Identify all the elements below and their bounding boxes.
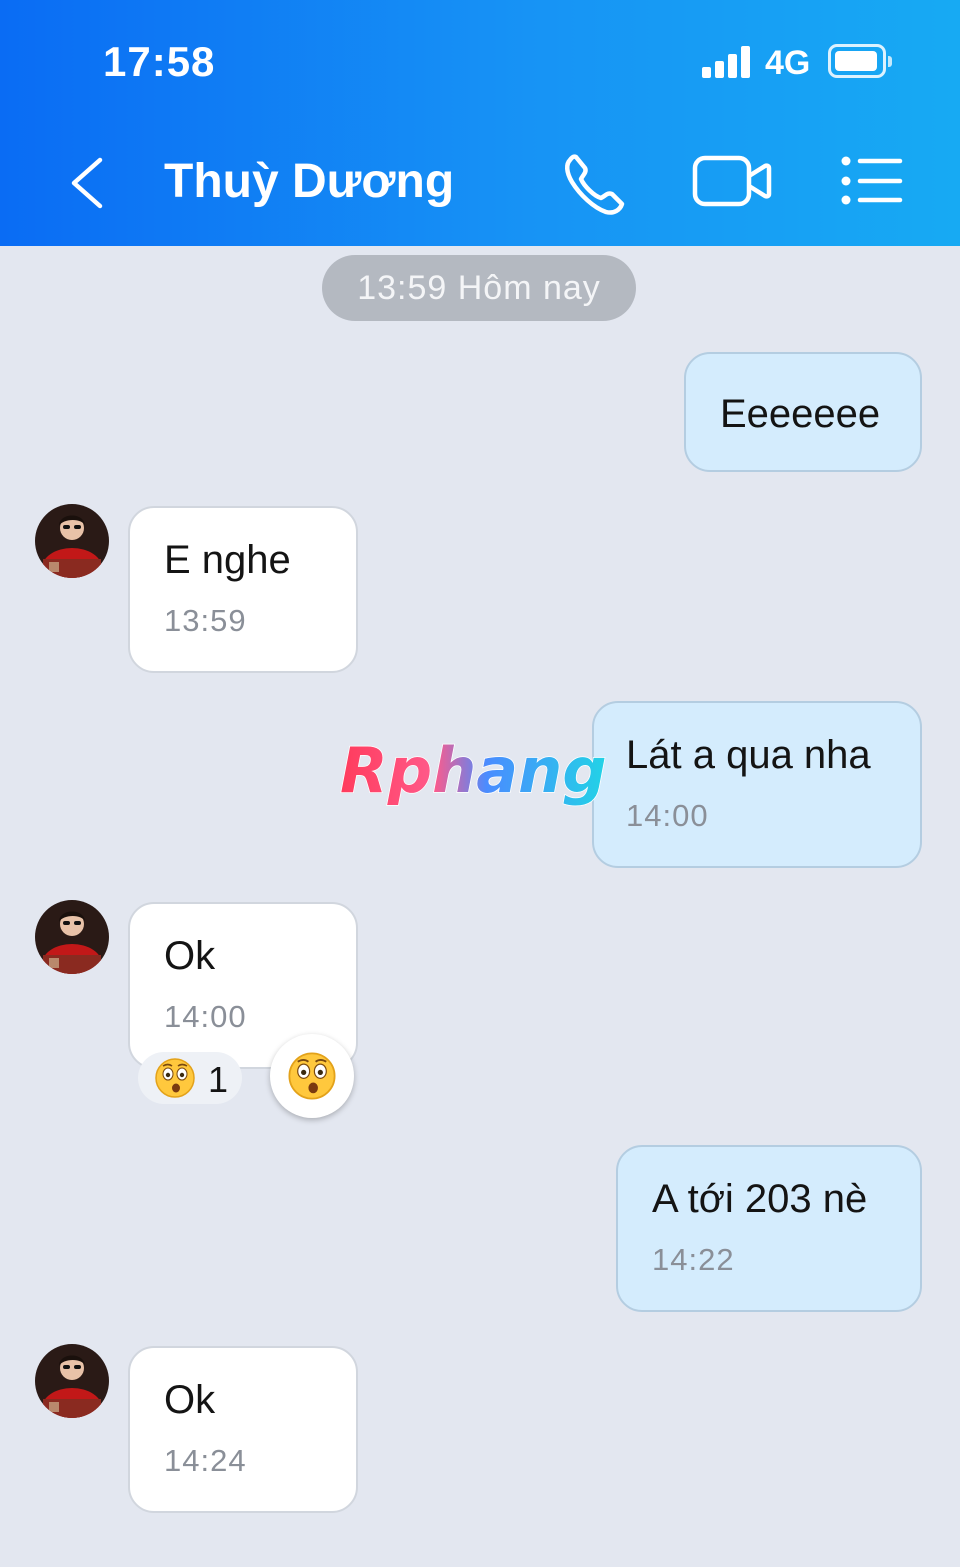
message-bubble-outgoing[interactable]: Lát a qua nha 14:00 xyxy=(592,701,922,868)
astonished-face-icon xyxy=(155,1058,195,1098)
message-bubble-incoming[interactable]: Ok 14:24 xyxy=(128,1346,358,1513)
message-bubble-outgoing[interactable]: Eeeeeee xyxy=(684,352,922,472)
signal-bars-icon xyxy=(702,46,752,78)
message-text: Ok xyxy=(164,934,216,978)
avatar[interactable] xyxy=(35,1344,109,1418)
phone-icon xyxy=(565,154,625,215)
message-text: Lát a qua nha xyxy=(626,733,871,777)
status-time: 17:58 xyxy=(103,38,216,85)
avatar[interactable] xyxy=(35,900,109,974)
chevron-left-icon xyxy=(71,157,103,209)
network-type: 4G xyxy=(765,44,811,82)
list-menu-icon xyxy=(841,156,903,205)
call-button[interactable] xyxy=(556,146,636,218)
astonished-face-icon xyxy=(288,1052,336,1100)
message-time: 13:59 xyxy=(164,603,247,638)
avatar[interactable] xyxy=(35,504,109,578)
battery-icon xyxy=(828,44,892,78)
contact-name[interactable]: Thuỳ Dương xyxy=(164,154,454,209)
add-reaction-button[interactable] xyxy=(270,1034,354,1118)
message-time: 14:24 xyxy=(164,1443,247,1478)
reaction-count: 1 xyxy=(208,1059,229,1100)
contact-avatar-image xyxy=(35,1344,109,1418)
chat-menu-button[interactable] xyxy=(836,146,916,218)
message-text: Eeeeeee xyxy=(720,392,881,436)
message-list[interactable]: 13:59 Hôm nay Eeeeeee E nghe 13:59 Lát a… xyxy=(0,246,960,1567)
message-time: 14:00 xyxy=(164,999,247,1034)
message-time: 14:22 xyxy=(652,1242,735,1277)
reaction-summary[interactable]: 1 xyxy=(138,1052,242,1104)
message-bubble-incoming[interactable]: E nghe 13:59 xyxy=(128,506,358,673)
message-bubble-outgoing[interactable]: A tới 203 nè 14:22 xyxy=(616,1145,922,1312)
watermark-text: Rphang xyxy=(340,734,607,807)
message-text: Ok xyxy=(164,1378,216,1422)
chat-header: 17:58 4G Thuỳ Dương xyxy=(0,0,960,246)
contact-avatar-image xyxy=(35,504,109,578)
message-text: A tới 203 nè xyxy=(652,1177,868,1221)
message-text: E nghe xyxy=(164,538,291,582)
watermark-logo: Rphang xyxy=(336,730,636,820)
back-button[interactable] xyxy=(60,148,120,218)
contact-avatar-image xyxy=(35,900,109,974)
video-camera-icon xyxy=(692,155,772,207)
date-separator: 13:59 Hôm nay xyxy=(322,255,636,321)
video-call-button[interactable] xyxy=(692,146,772,218)
message-time: 14:00 xyxy=(626,798,709,833)
